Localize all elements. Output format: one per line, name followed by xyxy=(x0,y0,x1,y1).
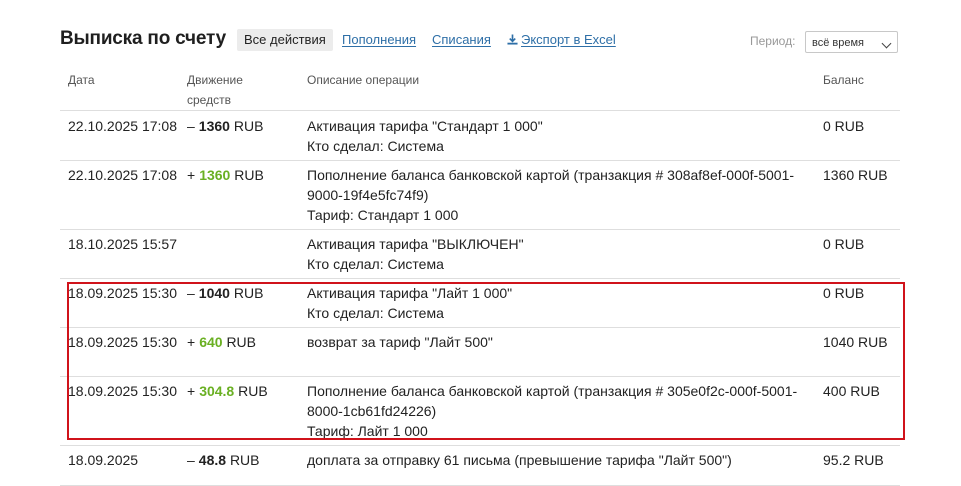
table-row: 18.09.2025 –48.8 RUB доплата за отправку 6… xyxy=(60,445,900,486)
description-line: Активация тарифа "ВЫКЛЮЧЕН" xyxy=(307,236,524,252)
amount-value: 640 xyxy=(199,334,223,350)
amount-currency: RUB xyxy=(238,383,268,399)
amount-sign: – xyxy=(187,452,195,468)
row-date: 18.09.2025 15:30 xyxy=(68,285,177,301)
period-label: Период: xyxy=(750,34,796,48)
description-line: Кто сделал: Система xyxy=(307,138,444,154)
amount-currency: RUB xyxy=(233,285,264,301)
row-balance: 0 RUB xyxy=(823,236,865,252)
amount-sign: – xyxy=(187,285,195,301)
table-row: 18.09.2025 15:30 +640 RUB возврат за тариф… xyxy=(60,327,900,377)
amount-sign: + xyxy=(187,383,196,399)
row-date: 18.09.2025 15:30 xyxy=(68,383,177,399)
row-description: Активация тарифа "Стандарт 1 000" Кто сде… xyxy=(307,116,807,156)
row-balance: 1040 RUB xyxy=(823,334,888,350)
amount-value: 48.8 xyxy=(198,452,227,468)
column-description: Описание операции xyxy=(307,73,420,87)
row-description: Активация тарифа "ВЫКЛЮЧЕН" Кто сделал: С… xyxy=(307,234,807,274)
description-line: Кто сделал: Система xyxy=(307,256,444,272)
description-line: доплата за отправку 61 письма (превышени… xyxy=(307,452,732,468)
table-row: 22.10.2025 17:08–1360 RUB Активация тариф… xyxy=(60,111,900,161)
row-balance: 0 RUB xyxy=(823,118,865,134)
row-movement: –48.8 RUB xyxy=(187,450,302,470)
row-movement: +640 RUB xyxy=(187,332,302,352)
table-row: 18.09.2025 15:30–1040 RUB Активация тариф… xyxy=(60,278,900,328)
table-header: Дата Движение средств Описание операции … xyxy=(60,62,900,111)
amount-currency: RUB xyxy=(229,452,260,468)
amount-currency: RUB xyxy=(226,334,256,350)
description-line: Тариф: Стандарт 1 000 xyxy=(307,207,459,223)
column-date: Дата xyxy=(68,73,95,87)
amount-sign: + xyxy=(187,167,196,183)
amount-value: 1360 xyxy=(199,167,231,183)
amount-sign: + xyxy=(187,334,196,350)
row-date: 22.10.2025 17:08 xyxy=(68,167,177,183)
table-row: 18.10.2025 15:57 Активация тарифа "ВЫКЛЮЧ… xyxy=(60,229,900,279)
amount-sign: – xyxy=(187,118,195,134)
row-movement: –1040 RUB xyxy=(187,283,302,303)
row-movement: +304.8 RUB xyxy=(187,381,302,401)
row-description: доплата за отправку 61 письма (превышени… xyxy=(307,450,807,470)
download-icon xyxy=(507,34,518,45)
row-description: Пополнение баланса банковской картой (тр… xyxy=(307,165,807,225)
description-line: Активация тарифа "Стандарт 1 000" xyxy=(307,118,543,134)
row-movement: –1360 RUB xyxy=(187,116,302,136)
chevron-down-icon xyxy=(881,38,892,49)
period-select-value: всё время xyxy=(812,37,864,49)
row-balance: 1360 RUB xyxy=(823,167,888,183)
tab-deposits[interactable]: Пополнения xyxy=(342,32,416,47)
statement-header: Выписка по счету Все действия Пополнения… xyxy=(60,28,900,54)
table-row: 22.10.2025 17:08 +1360 RUB Пополнение бала… xyxy=(60,160,900,230)
row-description: возврат за тариф "Лайт 500" xyxy=(307,332,807,352)
amount-value: 304.8 xyxy=(199,383,235,399)
row-balance: 400 RUB xyxy=(823,383,880,399)
export-excel-label: Экспорт в Excel xyxy=(521,32,616,47)
description-line: Пополнение баланса банковской картой (тр… xyxy=(307,383,798,419)
page-title: Выписка по счету xyxy=(60,28,226,49)
row-movement: +1360 RUB xyxy=(187,165,302,185)
description-line: Активация тарифа "Лайт 1 000" xyxy=(307,285,513,301)
amount-currency: RUB xyxy=(233,118,264,134)
column-movement: Движение средств xyxy=(187,73,243,107)
row-date: 18.10.2025 15:57 xyxy=(68,236,177,252)
row-date: 18.09.2025 15:30 xyxy=(68,334,177,350)
row-date: 18.09.2025 xyxy=(68,452,139,468)
row-date: 22.10.2025 17:08 xyxy=(68,118,177,134)
description-line: Пополнение баланса банковской картой (тр… xyxy=(307,167,795,203)
table-row: 18.09.2025 15:30 +304.8 RUB Пополнение бал… xyxy=(60,376,900,446)
amount-value: 1040 xyxy=(198,285,230,301)
row-balance: 95.2 RUB xyxy=(823,452,884,468)
description-line: возврат за тариф "Лайт 500" xyxy=(307,334,493,350)
row-balance: 0 RUB xyxy=(823,285,865,301)
description-line: Тариф: Лайт 1 000 xyxy=(307,423,428,439)
amount-value: 1360 xyxy=(198,118,230,134)
tab-withdrawals[interactable]: Списания xyxy=(432,32,491,47)
row-description: Пополнение баланса банковской картой (тр… xyxy=(307,381,807,441)
column-balance: Баланс xyxy=(823,73,864,87)
amount-currency: RUB xyxy=(234,167,264,183)
period-select[interactable]: всё время xyxy=(805,31,898,53)
row-description: Активация тарифа "Лайт 1 000" Кто сделал:… xyxy=(307,283,807,323)
tab-all-actions[interactable]: Все действия xyxy=(237,29,333,51)
export-excel-link[interactable]: Экспорт в Excel xyxy=(507,32,616,47)
description-line: Кто сделал: Система xyxy=(307,305,444,321)
